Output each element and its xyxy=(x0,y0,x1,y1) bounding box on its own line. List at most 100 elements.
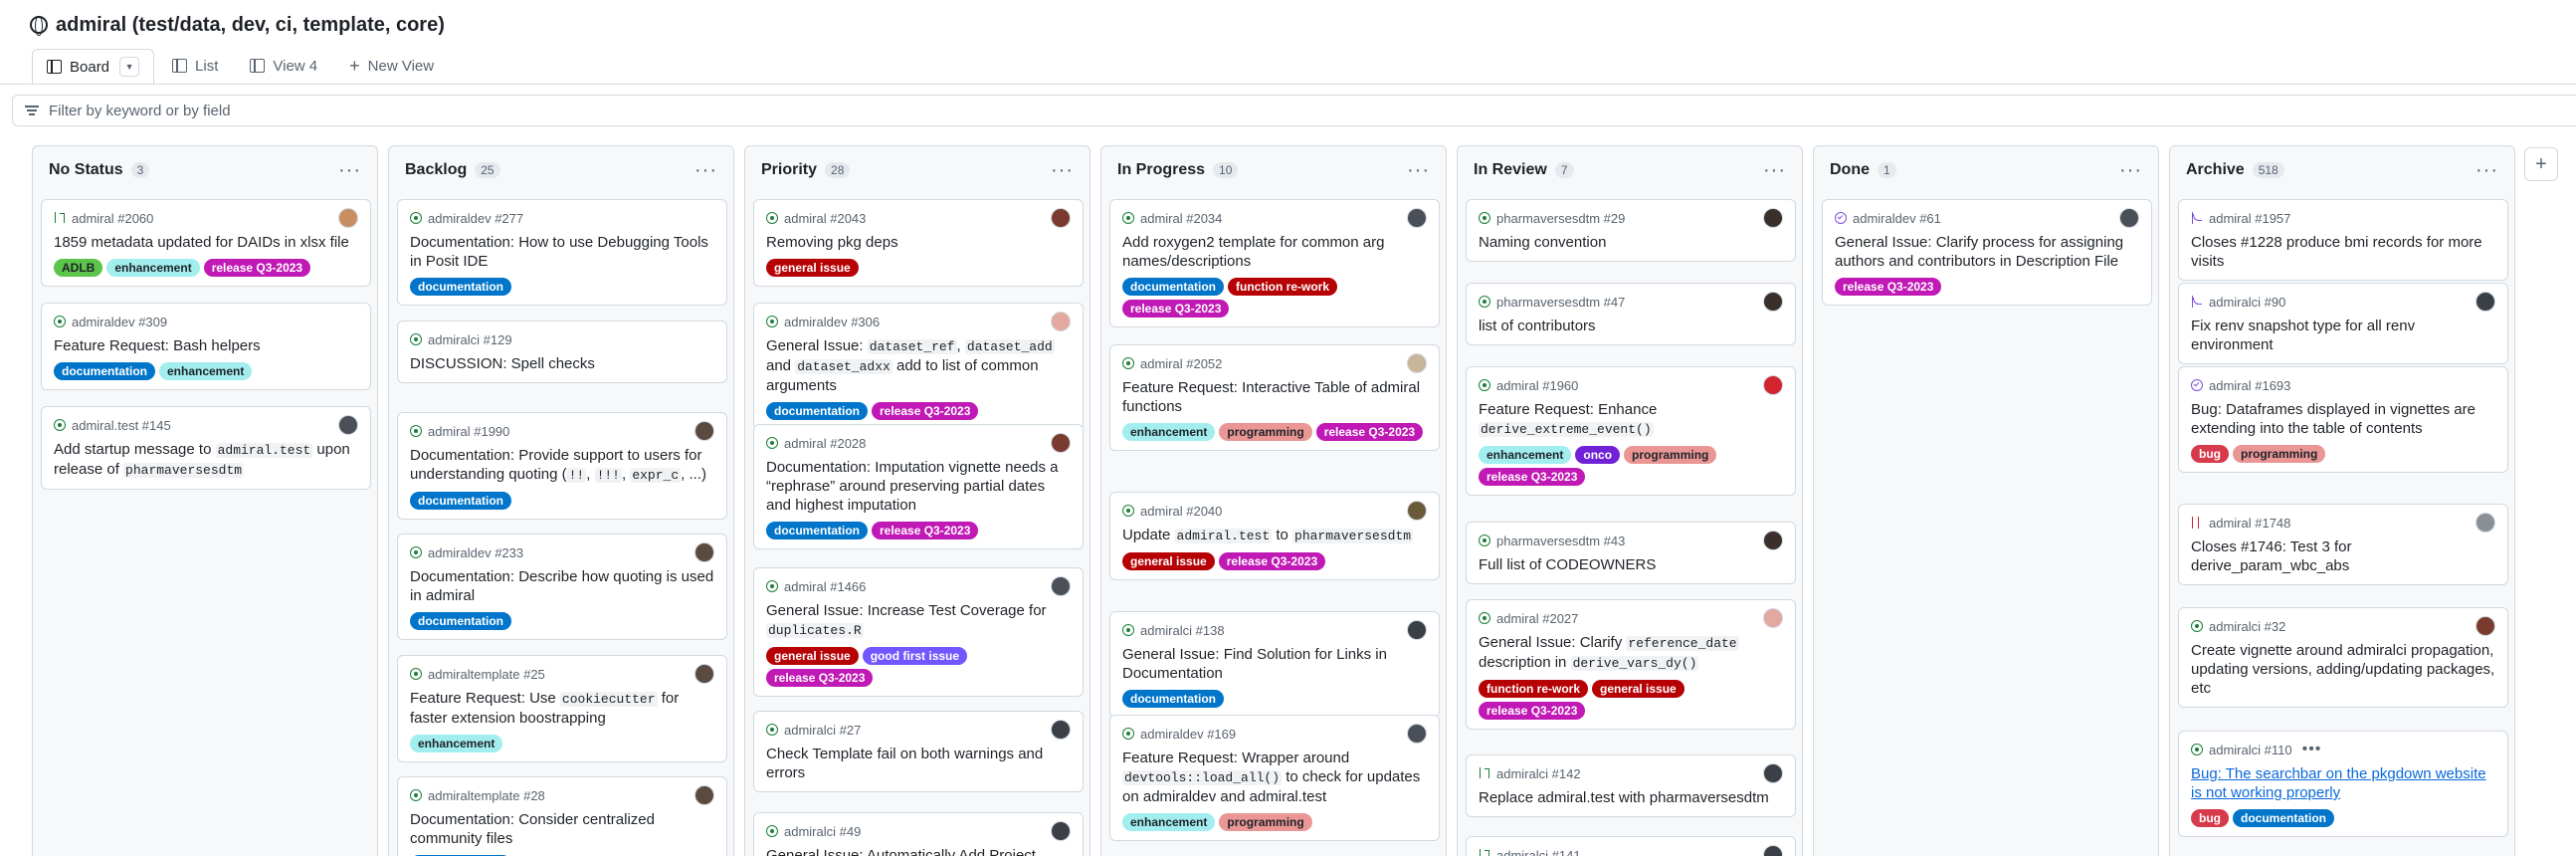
more-options-icon[interactable]: ··· xyxy=(2476,160,2498,180)
card[interactable]: pharmaversesdtm #29 Naming convention xyxy=(1466,199,1796,262)
label-badge[interactable]: good first issue xyxy=(862,647,968,665)
label-badge[interactable]: release Q3-2023 xyxy=(1315,423,1424,441)
label-badge[interactable]: function re-work xyxy=(1228,278,1338,296)
card[interactable]: admiral #1957 Closes #1228 produce bmi re… xyxy=(2178,199,2508,281)
card[interactable]: admiraldev #169 Feature Request: Wrapper … xyxy=(1109,715,1440,841)
card[interactable]: admiralci #138 General Issue: Find Soluti… xyxy=(1109,611,1440,718)
card[interactable]: admiraldev #61 General Issue: Clarify pro… xyxy=(1822,199,2152,306)
card[interactable]: admiraldev #277 Documentation: How to use… xyxy=(397,199,727,306)
table-icon xyxy=(172,59,188,73)
card[interactable]: admiral #1466 General Issue: Increase Tes… xyxy=(753,567,1084,697)
label-badge[interactable]: release Q3-2023 xyxy=(1218,552,1326,570)
label-badge[interactable]: documentation xyxy=(1122,278,1224,296)
label-badge[interactable]: documentation xyxy=(1122,690,1224,708)
label-badge[interactable]: release Q3-2023 xyxy=(872,402,979,420)
card[interactable]: admiral #1990 Documentation: Provide supp… xyxy=(397,412,727,520)
project-header: admiral (test/data, dev, ci, template, c… xyxy=(30,10,445,40)
card[interactable]: admiral #2027 General Issue: Clarify refe… xyxy=(1466,599,1796,730)
card[interactable]: admiralci #32 Create vignette around admi… xyxy=(2178,607,2508,708)
more-options-icon[interactable]: ··· xyxy=(1407,160,1430,180)
label-badge[interactable]: release Q3-2023 xyxy=(1479,468,1586,486)
label-badge[interactable]: documentation xyxy=(410,278,511,296)
add-column-button[interactable]: + xyxy=(2524,147,2558,181)
filter-input[interactable]: Filter by keyword or by field xyxy=(12,95,2576,126)
card[interactable]: admiral #1960 Feature Request: Enhance de… xyxy=(1466,366,1796,496)
card[interactable]: admiral #1748 Closes #1746: Test 3 for de… xyxy=(2178,504,2508,585)
tab-list[interactable]: List xyxy=(158,48,232,84)
issue-open-icon xyxy=(2191,744,2203,755)
label-badge[interactable]: release Q3-2023 xyxy=(1479,702,1586,720)
label-badge[interactable]: release Q3-2023 xyxy=(1122,300,1230,318)
label-badge[interactable]: bug xyxy=(2191,445,2229,463)
label-badge[interactable]: enhancement xyxy=(106,259,200,277)
card[interactable]: admiral #1693 Bug: Dataframes displayed i… xyxy=(2178,366,2508,473)
label-badge[interactable]: enhancement xyxy=(1122,813,1216,831)
label-badge[interactable]: programming xyxy=(1219,423,1312,441)
card[interactable]: admiraldev #306 General Issue: dataset_re… xyxy=(753,303,1084,430)
card[interactable]: admiraldev #233 Documentation: Describe h… xyxy=(397,534,727,640)
label-badge[interactable]: documentation xyxy=(766,402,868,420)
card-title[interactable]: Bug: The searchbar on the pkgdown websit… xyxy=(2191,764,2495,802)
label-badge[interactable]: release Q3-2023 xyxy=(1835,278,1942,296)
card-meta: admiralci #110 ••• xyxy=(2191,741,2495,758)
label-badge[interactable]: general issue xyxy=(766,647,859,665)
label-badge[interactable]: documentation xyxy=(54,362,155,380)
card[interactable]: pharmaversesdtm #43 Full list of CODEOWNE… xyxy=(1466,522,1796,584)
card[interactable]: admiral #2040 Update admiral.test to phar… xyxy=(1109,492,1440,580)
label-badge[interactable]: general issue xyxy=(1122,552,1215,570)
card[interactable]: admiralci #110 ••• Bug: The searchbar on t… xyxy=(2178,731,2508,837)
label-list: general issue good first issue release Q3-… xyxy=(766,647,1071,687)
more-options-icon[interactable]: ··· xyxy=(1051,160,1074,180)
label-badge[interactable]: release Q3-2023 xyxy=(203,259,311,277)
tab-board[interactable]: Board ▼ xyxy=(32,49,155,85)
card[interactable]: admiral #2060 1859 metadata updated for D… xyxy=(41,199,371,287)
tab-view-4[interactable]: View 4 xyxy=(236,48,331,84)
chevron-down-icon[interactable]: ▼ xyxy=(119,57,140,77)
card[interactable]: admiralci #142 Replace admiral.test with … xyxy=(1466,754,1796,817)
card[interactable]: admiral #2043 Removing pkg deps general is… xyxy=(753,199,1084,287)
label-badge[interactable]: documentation xyxy=(2233,809,2334,827)
card[interactable]: admiraltemplate #28 Documentation: Consid… xyxy=(397,776,727,856)
label-badge[interactable]: general issue xyxy=(1592,680,1684,698)
label-badge[interactable]: enhancement xyxy=(1479,446,1572,464)
label-badge[interactable]: programming xyxy=(1624,446,1717,464)
label-badge[interactable]: documentation xyxy=(410,492,511,510)
label-badge[interactable]: programming xyxy=(2233,445,2326,463)
card[interactable]: admiraldev #309 Feature Request: Bash hel… xyxy=(41,303,371,390)
tab-new-view[interactable]: + New View xyxy=(335,48,448,84)
label-badge[interactable]: enhancement xyxy=(159,362,253,380)
label-badge[interactable]: bug xyxy=(2191,809,2229,827)
card[interactable]: admiralci #49 General Issue: Automaticall… xyxy=(753,812,1084,856)
card[interactable]: admiralci #90 Fix renv snapshot type for … xyxy=(2178,283,2508,364)
label-badge[interactable]: enhancement xyxy=(1122,423,1216,441)
more-icon[interactable]: ••• xyxy=(2302,741,2322,758)
card[interactable]: admiral.test #145 Add startup message to … xyxy=(41,406,371,490)
card-ref: admiralci #49 xyxy=(784,823,862,839)
label-list: bug documentation xyxy=(2191,809,2495,827)
label-badge[interactable]: function re-work xyxy=(1479,680,1589,698)
more-options-icon[interactable]: ··· xyxy=(1763,160,1786,180)
label-badge[interactable]: onco xyxy=(1575,446,1621,464)
more-options-icon[interactable]: ··· xyxy=(338,160,361,180)
label-badge[interactable]: general issue xyxy=(766,259,859,277)
card[interactable]: admiralci #141 xyxy=(1466,836,1796,856)
label-badge[interactable]: release Q3-2023 xyxy=(872,522,979,539)
card[interactable]: admiraltemplate #25 Feature Request: Use … xyxy=(397,655,727,762)
card[interactable]: admiral #2052 Feature Request: Interactiv… xyxy=(1109,344,1440,451)
label-badge[interactable]: programming xyxy=(1219,813,1312,831)
card[interactable]: pharmaversesdtm #47 list of contributors xyxy=(1466,283,1796,345)
card[interactable]: admiral #2028 Documentation: Imputation v… xyxy=(753,424,1084,549)
label-badge[interactable]: release Q3-2023 xyxy=(766,669,874,687)
more-options-icon[interactable]: ··· xyxy=(2119,160,2142,180)
avatar xyxy=(694,785,714,805)
card[interactable]: admiralci #27 Check Template fail on both… xyxy=(753,711,1084,792)
card[interactable]: admiral #2034 Add roxygen2 template for c… xyxy=(1109,199,1440,327)
label-badge[interactable]: documentation xyxy=(410,612,511,630)
more-options-icon[interactable]: ··· xyxy=(694,160,717,180)
avatar xyxy=(1407,501,1427,521)
label-badge[interactable]: documentation xyxy=(766,522,868,539)
label-badge[interactable]: ADLB xyxy=(54,259,103,277)
card[interactable]: admiralci #129 DISCUSSION: Spell checks xyxy=(397,321,727,383)
card-meta: admiralci #90 xyxy=(2191,292,2495,312)
label-badge[interactable]: enhancement xyxy=(410,735,503,752)
